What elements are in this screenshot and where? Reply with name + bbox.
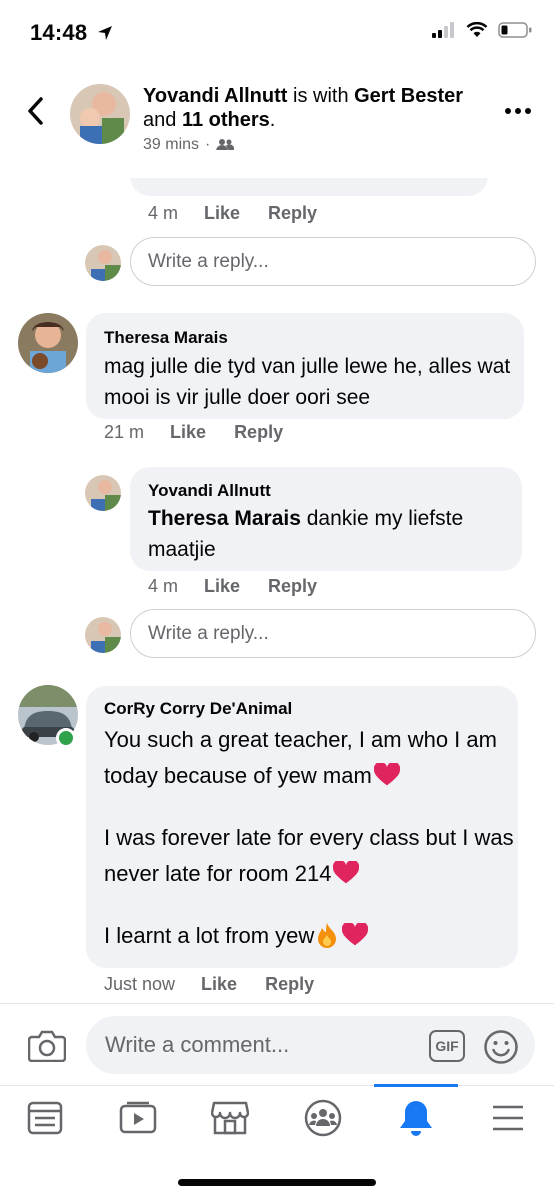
gif-label: GIF: [435, 1038, 459, 1054]
reply-button[interactable]: Reply: [265, 974, 314, 995]
reply-avatar: [85, 245, 121, 281]
tagged-name[interactable]: Gert Bester: [354, 85, 463, 107]
bottom-tab-bar: [0, 1085, 554, 1156]
period-text: .: [269, 109, 276, 131]
signal-icon: [432, 22, 454, 38]
battery-icon: [498, 22, 532, 38]
more-options-icon[interactable]: [505, 108, 531, 114]
home-indicator: [178, 1179, 376, 1186]
comment-text: mag julle die tyd van julle lewe he, all…: [104, 355, 511, 409]
reply-placeholder: Write a reply...: [148, 622, 269, 644]
comment-text: You such a great teacher, I am who I am …: [104, 722, 514, 954]
groups-icon: [304, 1099, 342, 1137]
tab-marketplace[interactable]: [210, 1098, 250, 1138]
comment-actions: 21 m Like Reply: [104, 422, 283, 443]
reply-avatar: [85, 617, 121, 653]
like-button[interactable]: Like: [201, 974, 237, 995]
mention-link[interactable]: Theresa Marais: [148, 507, 301, 530]
comment-time: 4 m: [148, 576, 179, 596]
reply-placeholder: Write a reply...: [148, 250, 269, 272]
comment-paragraph: I learnt a lot from yew: [104, 918, 514, 954]
wifi-icon: [466, 22, 488, 37]
post-author-avatar[interactable]: [70, 84, 130, 144]
reply-input[interactable]: Write a reply...: [130, 237, 536, 286]
online-status-dot: [56, 728, 76, 748]
tab-menu[interactable]: [488, 1098, 528, 1138]
like-button[interactable]: Like: [204, 203, 240, 224]
comment-placeholder: Write a comment...: [105, 1032, 290, 1057]
tab-feed[interactable]: [25, 1098, 65, 1138]
comment-actions: Just now Like Reply: [104, 974, 314, 995]
comment-paragraph: You such a great teacher, I am who I am …: [104, 722, 514, 794]
reply-button[interactable]: Reply: [268, 203, 317, 224]
notifications-icon: [400, 1101, 432, 1136]
comment-time: 21 m: [104, 422, 145, 442]
fire-emoji: [318, 923, 337, 948]
heart-emoji: [373, 761, 400, 786]
comment-paragraph-1: You such a great teacher, I am who I am …: [104, 727, 497, 788]
reply-actions: 4 m Like Reply: [148, 576, 317, 597]
reply-author-avatar[interactable]: [85, 475, 121, 511]
with-text: is with: [287, 85, 355, 107]
comment-time: 4 m: [148, 203, 179, 223]
others-link[interactable]: 11 others: [182, 109, 270, 131]
watch-icon: [119, 1101, 157, 1134]
heart-emoji: [342, 921, 369, 946]
comment-paragraph: I was forever late for every class but I…: [104, 820, 514, 892]
partial-comment-actions: 4 m Like Reply: [148, 203, 317, 224]
and-text: and: [143, 109, 182, 131]
like-button[interactable]: Like: [204, 576, 240, 597]
commenter-avatar[interactable]: [18, 313, 78, 373]
comment-bubble: CorRy Corry De'Animal You such a great t…: [86, 686, 518, 968]
tab-watch[interactable]: [118, 1098, 158, 1138]
status-time: 14:48: [30, 20, 113, 46]
heart-emoji: [333, 859, 360, 884]
reply-input[interactable]: Write a reply...: [130, 609, 536, 658]
reply-author[interactable]: Yovandi Allnutt: [148, 481, 271, 501]
post-header-title: Yovandi Allnutt is with Gert Bester and …: [143, 84, 503, 132]
comment-input[interactable]: Write a comment...: [86, 1016, 535, 1074]
like-button[interactable]: Like: [170, 422, 206, 443]
post-author-name[interactable]: Yovandi Allnutt: [143, 85, 287, 107]
location-arrow-icon: [97, 26, 112, 40]
gif-button[interactable]: GIF: [429, 1030, 465, 1062]
comment-bubble: Theresa Marais mag julle die tyd van jul…: [86, 313, 524, 419]
tab-groups[interactable]: [303, 1098, 343, 1138]
clock-text: 14:48: [30, 20, 88, 45]
header-overlap: [0, 150, 554, 178]
marketplace-icon: [211, 1101, 249, 1135]
tab-notifications[interactable]: [396, 1098, 436, 1138]
status-icons: [432, 22, 532, 38]
camera-icon[interactable]: [28, 1030, 66, 1062]
reply-button[interactable]: Reply: [268, 576, 317, 597]
comment-paragraph-3: I learnt a lot from yew: [104, 923, 315, 948]
menu-icon: [493, 1105, 523, 1131]
reply-bubble: Yovandi Allnutt Theresa Marais dankie my…: [130, 467, 522, 571]
comment-paragraph-2: I was forever late for every class but I…: [104, 825, 514, 886]
comment-author[interactable]: CorRy Corry De'Animal: [104, 699, 292, 719]
comment-time: Just now: [104, 974, 176, 994]
active-tab-indicator: [374, 1084, 458, 1087]
comment-author[interactable]: Theresa Marais: [104, 328, 228, 348]
emoji-icon[interactable]: [483, 1029, 519, 1065]
reply-text: Theresa Marais dankie my liefste maatjie: [148, 503, 513, 565]
feed-icon: [27, 1101, 63, 1135]
reply-button[interactable]: Reply: [234, 422, 283, 443]
back-arrow-icon[interactable]: [24, 96, 48, 126]
